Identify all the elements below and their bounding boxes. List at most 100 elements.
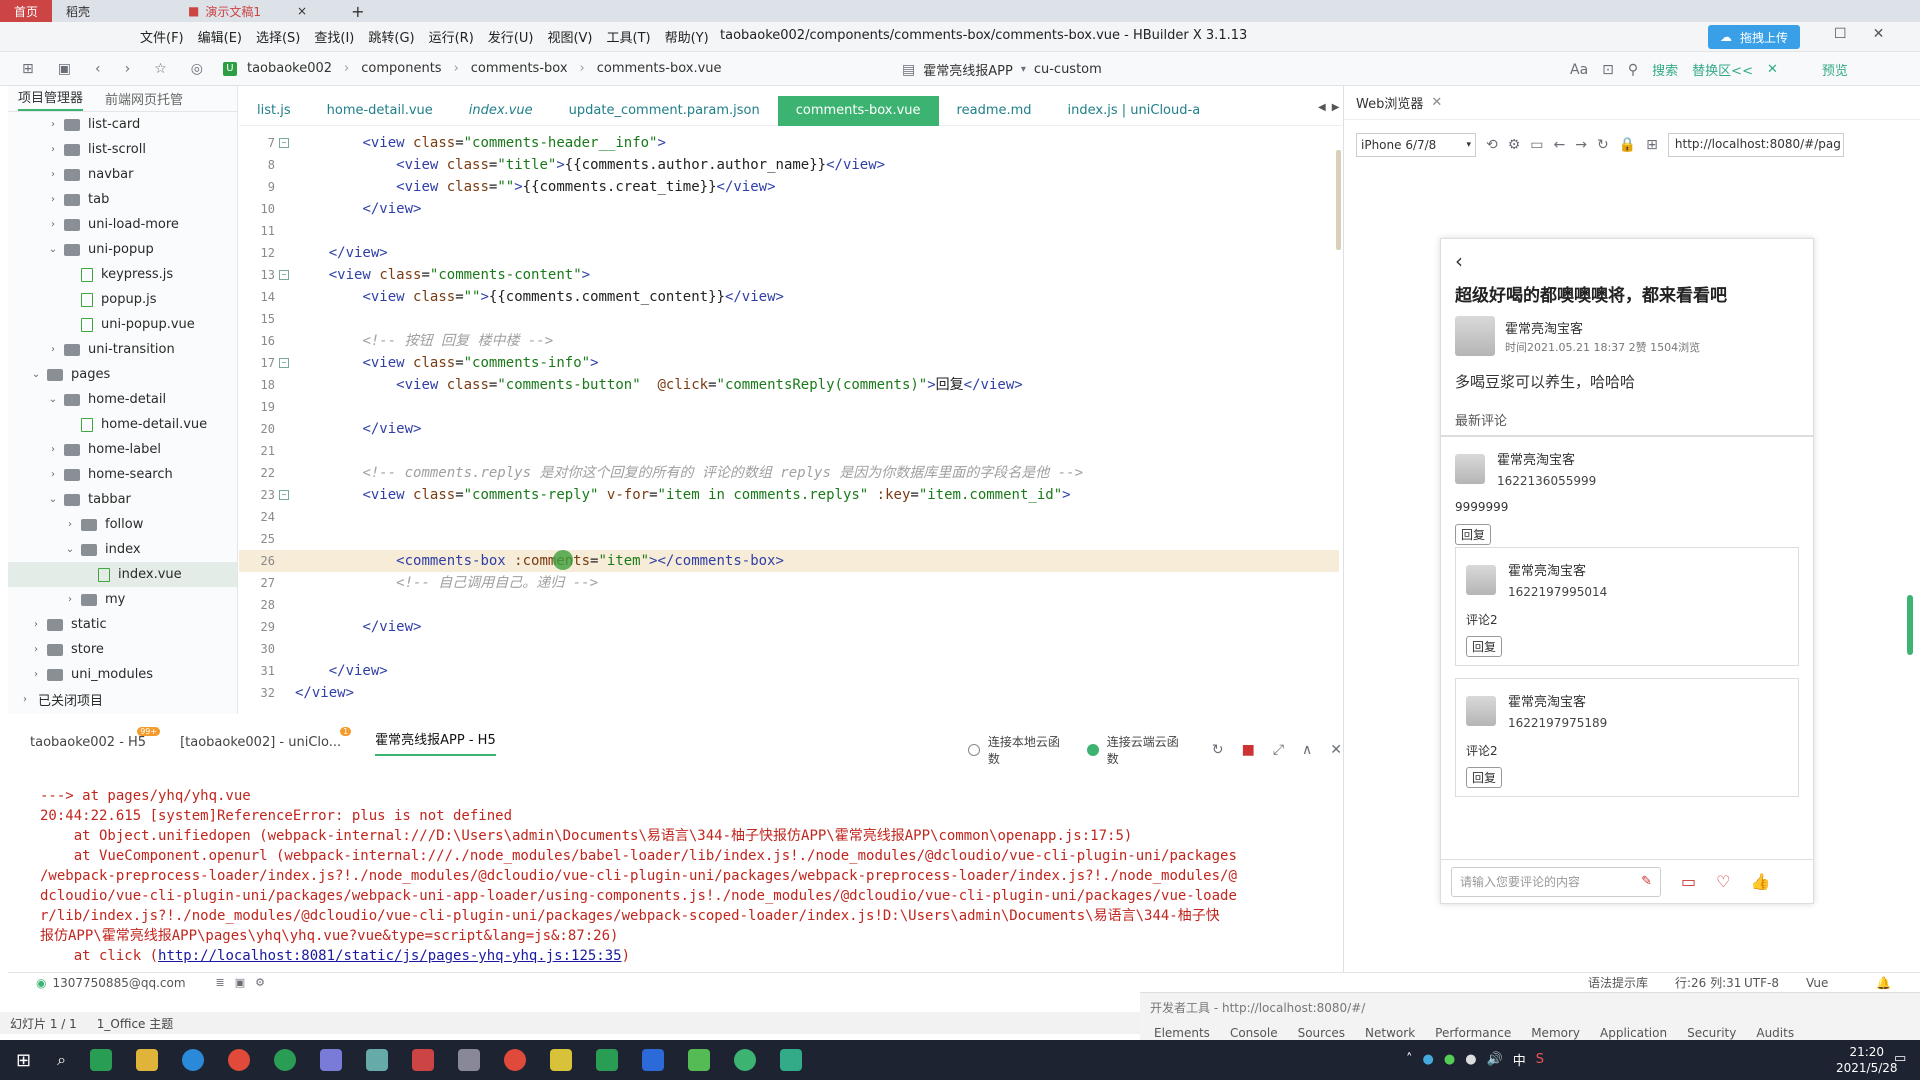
status-hint[interactable]: 语法提示库	[1588, 974, 1648, 991]
chevron-right-icon[interactable]: ›	[63, 519, 77, 530]
fold-icon[interactable]: −	[279, 270, 289, 280]
comment-input[interactable]: 请输入您要评论的内容 ✎	[1451, 866, 1661, 897]
tree-item[interactable]: popup.js	[8, 287, 237, 312]
tree-item[interactable]: › uni-transition	[8, 337, 237, 362]
tree-item[interactable]: ⌄ tabbar	[8, 487, 237, 512]
star-icon[interactable]: ☆	[154, 61, 167, 77]
editor-scrollbar[interactable]	[1336, 150, 1341, 250]
app-icon[interactable]	[458, 1049, 481, 1071]
code-line[interactable]: 19	[239, 396, 1339, 418]
comment-icon[interactable]: ▭	[1681, 872, 1696, 891]
menu-item[interactable]: 运行(R)	[429, 27, 474, 46]
screen-icon[interactable]: ▭	[1530, 137, 1543, 153]
code-line[interactable]: 16 <!-- 按钮 回复 楼中楼 -->	[239, 330, 1339, 352]
image-icon[interactable]: ▣	[235, 976, 245, 989]
close-window-icon[interactable]: ✕	[1873, 26, 1885, 42]
chevron-right-icon[interactable]: ›	[29, 619, 43, 630]
editor-tab[interactable]: update_comment.param.json	[551, 96, 778, 126]
code-line[interactable]: 24	[239, 506, 1339, 528]
menu-item[interactable]: 视图(V)	[547, 27, 592, 46]
tab-web-hosting[interactable]: 前端网页托管	[105, 89, 183, 108]
breadcrumb-item[interactable]: comments-box	[471, 61, 568, 76]
heart-icon[interactable]: ♡	[1716, 872, 1730, 891]
tree-item[interactable]: › uni-load-more	[8, 212, 237, 237]
back-icon[interactable]: ‹	[1441, 239, 1813, 281]
save-icon[interactable]: ▣	[58, 61, 71, 77]
devtools-tab[interactable]: Audits	[1756, 1026, 1794, 1040]
tree-item[interactable]: uni-popup.vue	[8, 312, 237, 337]
code-line[interactable]: 30	[239, 638, 1339, 660]
tray-icon[interactable]: ●	[1444, 1052, 1455, 1067]
fold-icon[interactable]: −	[279, 358, 289, 368]
chrome-icon[interactable]	[228, 1049, 251, 1071]
clock[interactable]: 21:20 2021/5/28	[1836, 1044, 1898, 1076]
forward-icon[interactable]: ›	[125, 61, 131, 77]
console-tab-unicloud[interactable]: [taobaoke002] - uniClo... 1	[180, 726, 352, 750]
close-icon[interactable]: ×	[297, 4, 307, 18]
code-line[interactable]: 22 <!-- comments.replys 是对你这个回复的所有的 评论的数…	[239, 462, 1339, 484]
refresh-icon[interactable]: ↻	[1212, 742, 1224, 758]
code-line[interactable]: 31 </view>	[239, 660, 1339, 682]
code-line[interactable]: 15	[239, 308, 1339, 330]
tree-item[interactable]: home-detail.vue	[8, 412, 237, 437]
fold-icon[interactable]: −	[279, 138, 289, 148]
tree-item[interactable]: › navbar	[8, 162, 237, 187]
close-search-icon[interactable]: ✕	[1767, 62, 1778, 77]
reload-icon[interactable]: ↻	[1597, 137, 1609, 153]
new-file-icon[interactable]: ⊞	[22, 61, 34, 77]
menu-item[interactable]: 编辑(E)	[198, 27, 242, 46]
tree-item[interactable]: ⌄ index	[8, 537, 237, 562]
chevron-right-icon[interactable]: ›	[46, 344, 60, 355]
menu-item[interactable]: 跳转(G)	[368, 27, 414, 46]
remote-cloud-option[interactable]: 连接云端云函数	[1107, 733, 1190, 767]
console-link[interactable]: http://localhost:8081/static/js/pages-yh…	[158, 948, 622, 964]
format-icon[interactable]: ⊡	[1602, 62, 1614, 78]
back-icon[interactable]: ‹	[95, 61, 101, 77]
tree-item[interactable]: › follow	[8, 512, 237, 537]
reply-button[interactable]: 回复	[1455, 524, 1492, 545]
devtools-tab[interactable]: Network	[1365, 1026, 1415, 1040]
devtools-tab[interactable]: Sources	[1298, 1026, 1345, 1040]
thumb-up-icon[interactable]: 👍	[1750, 872, 1770, 891]
upload-button[interactable]: ☁ 拖拽上传	[1708, 25, 1801, 49]
editor-tab[interactable]: index.js | uniCloud-a	[1050, 96, 1219, 126]
tree-item[interactable]: › list-card	[8, 112, 237, 137]
tree-item[interactable]: › home-label	[8, 437, 237, 462]
editor-tab[interactable]: index.vue	[451, 96, 551, 126]
app-icon[interactable]	[320, 1049, 343, 1071]
code-line[interactable]: 14 <view class="">{{comments.comment_con…	[239, 286, 1339, 308]
tree-item[interactable]: › my	[8, 587, 237, 612]
code-line[interactable]: 11	[239, 220, 1339, 242]
devtools-tab[interactable]: Console	[1230, 1026, 1278, 1040]
editor-tab[interactable]: comments-box.vue	[777, 95, 939, 126]
tree-item[interactable]: index.vue	[8, 562, 237, 587]
devtools-tab[interactable]: Security	[1687, 1026, 1736, 1040]
forward-icon[interactable]: →	[1575, 137, 1587, 153]
chevron-right-icon[interactable]: ›	[46, 169, 60, 180]
tab-scroll-left-icon[interactable]: ◀	[1318, 102, 1326, 113]
wechat-icon[interactable]	[734, 1049, 757, 1071]
tree-item[interactable]: ⌄ uni-popup	[8, 237, 237, 262]
menu-item[interactable]: 帮助(Y)	[665, 27, 709, 46]
devtools-tab[interactable]: Performance	[1435, 1026, 1511, 1040]
windows-start-icon[interactable]: ⊞	[16, 1050, 31, 1071]
fold-icon[interactable]: −	[279, 490, 289, 500]
rotate-icon[interactable]: ⟲	[1486, 137, 1498, 153]
console-tab-app-h5[interactable]: 霍常亮线报APP - H5	[375, 729, 496, 756]
tab-project-manager[interactable]: 项目管理器	[18, 87, 84, 111]
lock-icon[interactable]: 🔒	[1619, 137, 1636, 153]
code-line[interactable]: 21	[239, 440, 1339, 462]
chevron-down-icon[interactable]: ▾	[1021, 64, 1026, 75]
preview-button[interactable]: 预览	[1822, 60, 1848, 79]
chevron-right-icon[interactable]: ›	[46, 144, 60, 155]
tree-item[interactable]: ⌄ pages	[8, 362, 237, 387]
status-encoding[interactable]: UTF-8	[1744, 976, 1779, 990]
code-line[interactable]: 12 </view>	[239, 242, 1339, 264]
code-line[interactable]: 13− <view class="comments-content">	[239, 264, 1339, 286]
code-line[interactable]: 18 <view class="comments-button" @click=…	[239, 374, 1339, 396]
code-line[interactable]: 27 <!-- 自己调用自己。递归 -->	[239, 572, 1339, 594]
console-output[interactable]: ---> at pages/yhq/yhq.vue 20:44:22.615 [s…	[8, 786, 1342, 972]
tree-item[interactable]: › tab	[8, 187, 237, 212]
web-browser-tab[interactable]: Web浏览器	[1356, 93, 1423, 112]
code-line[interactable]: 8 <view class="title">{{comments.author.…	[239, 154, 1339, 176]
